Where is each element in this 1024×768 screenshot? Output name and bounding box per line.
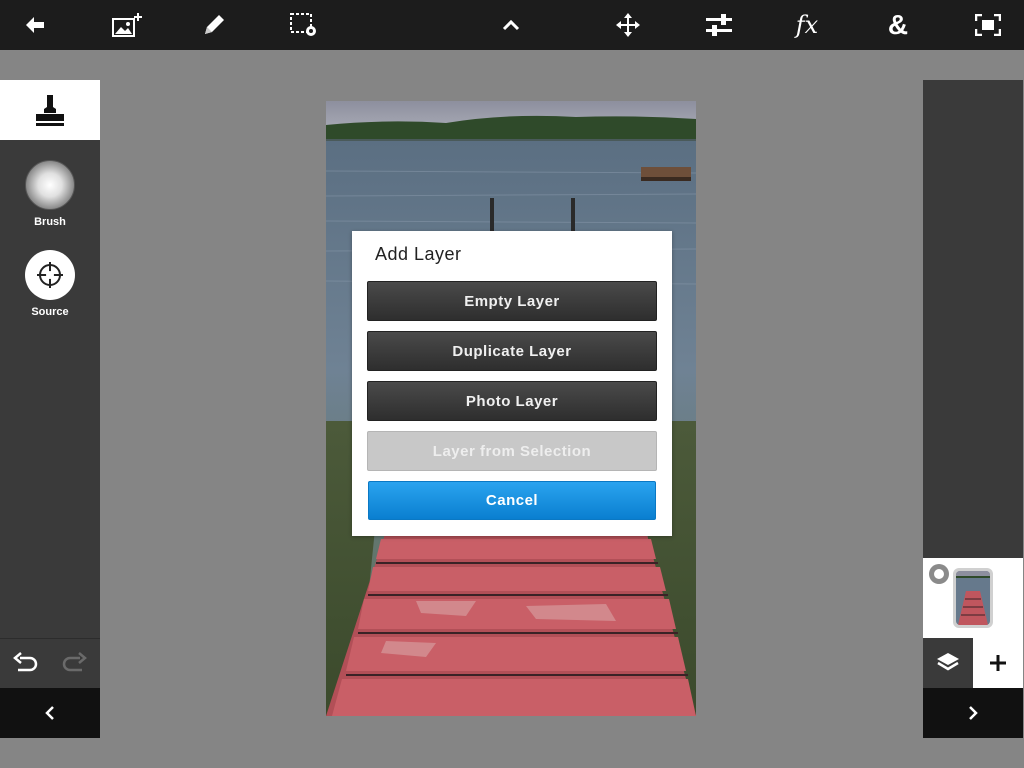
- redo-icon: [60, 649, 90, 679]
- move-icon[interactable]: [603, 0, 653, 50]
- layer-visibility-radio[interactable]: [929, 564, 949, 584]
- layer-thumbnail[interactable]: [953, 568, 993, 628]
- pencil-icon[interactable]: [189, 0, 239, 50]
- chevron-right-icon: [969, 706, 978, 720]
- selection-settings-icon[interactable]: [279, 0, 329, 50]
- photo-layer-button[interactable]: Photo Layer: [367, 381, 657, 421]
- chevron-up-icon[interactable]: [486, 0, 536, 50]
- adjustments-icon[interactable]: [694, 0, 744, 50]
- back-arrow-icon[interactable]: [10, 0, 60, 50]
- layers-panel: [923, 80, 1023, 738]
- empty-layer-button[interactable]: Empty Layer: [367, 281, 657, 321]
- plus-icon: [990, 655, 1006, 671]
- source-label: Source: [31, 306, 69, 318]
- duplicate-layer-button[interactable]: Duplicate Layer: [367, 331, 657, 371]
- brush-option[interactable]: Brush: [0, 160, 100, 228]
- chevron-left-icon: [45, 706, 54, 720]
- add-layer-button[interactable]: [973, 638, 1023, 688]
- clone-stamp-icon[interactable]: [0, 80, 100, 140]
- collapse-right-panel-button[interactable]: [923, 688, 1023, 738]
- add-layer-dialog: Add Layer Empty Layer Duplicate Layer Ph…: [352, 231, 672, 536]
- source-option[interactable]: Source: [0, 250, 100, 318]
- history-controls: [0, 638, 100, 688]
- add-image-icon[interactable]: [103, 0, 153, 50]
- layers-toggle-button[interactable]: [923, 638, 973, 688]
- top-toolbar: fx &: [0, 0, 1024, 50]
- undo-icon[interactable]: [10, 649, 40, 679]
- layers-icon: [937, 653, 959, 671]
- ampersand-icon[interactable]: &: [873, 0, 923, 50]
- fx-icon[interactable]: fx: [782, 0, 832, 50]
- brush-softness-icon[interactable]: [25, 160, 75, 210]
- fullscreen-icon[interactable]: [963, 0, 1013, 50]
- cancel-button[interactable]: Cancel: [368, 481, 656, 520]
- layer-item[interactable]: [923, 558, 1023, 638]
- tool-options-panel: Brush Source: [0, 80, 100, 738]
- collapse-left-panel-button[interactable]: [0, 688, 100, 738]
- brush-label: Brush: [34, 216, 66, 228]
- crosshair-icon[interactable]: [25, 250, 75, 300]
- dialog-title: Add Layer: [375, 244, 462, 264]
- layer-from-selection-button: Layer from Selection: [367, 431, 657, 471]
